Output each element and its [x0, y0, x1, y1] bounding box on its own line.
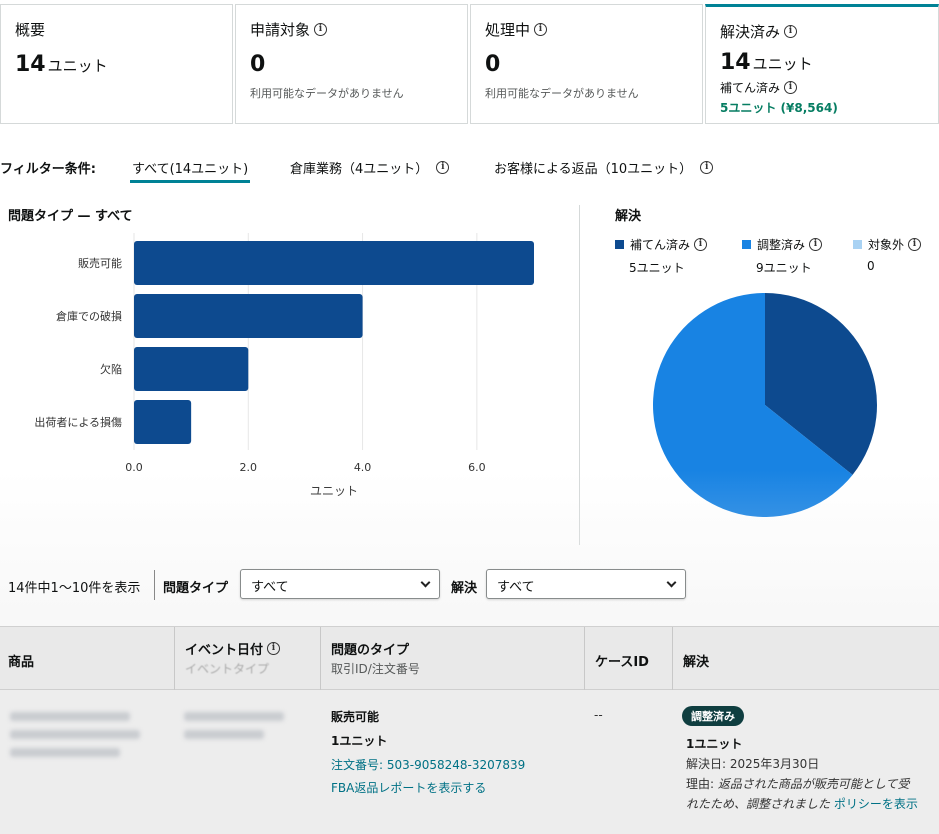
info-icon[interactable]: i [700, 161, 714, 174]
card-eligible[interactable]: 申請対象 i 0 利用可能なデータがありません [235, 4, 468, 124]
card-title: 概要 [15, 21, 46, 39]
table-row: 販売可能 1ユニット 注文番号: 503-9058248-3207839 FBA… [0, 690, 939, 834]
col-product[interactable]: 商品 [8, 627, 174, 691]
status-badge: 調整済み [682, 706, 744, 726]
chevron-down-icon [666, 577, 677, 588]
card-value: 14 ユニット [15, 52, 108, 77]
bar [134, 347, 249, 391]
resolution-title: 解決 [615, 209, 642, 224]
card-overview[interactable]: 概要 14 ユニット [0, 4, 233, 124]
card-value: 0 [250, 52, 266, 77]
bar [134, 241, 534, 285]
card-value: 14 ユニット [720, 50, 813, 75]
x-tick-label: 4.0 [354, 461, 372, 474]
blurred-product-text [10, 712, 130, 721]
legend-swatch [742, 240, 751, 249]
card-note: 利用可能なデータがありません [250, 87, 404, 100]
issue-filter-label: 問題タイプ [163, 581, 229, 596]
issue-type-select[interactable]: すべて [240, 569, 440, 599]
resolution-select[interactable]: すべて [486, 569, 686, 599]
card-title: 処理中 i [485, 19, 688, 40]
col-case-id[interactable]: ケースID [584, 627, 672, 691]
card-resolved[interactable]: 解決済み i 14 ユニット 補てん済み i 5ユニット (¥8,564) [705, 4, 939, 124]
legend-item-adjusted: 調整済み i 9ユニット [742, 236, 823, 276]
info-icon[interactable]: i [436, 161, 450, 174]
resolution-filter-label: 解決 [451, 581, 478, 596]
resolution-reason: 理由: 返品された商品が販売可能として受 れたため、調整されました ポリシーを表… [686, 777, 918, 811]
info-icon[interactable]: i [534, 23, 548, 36]
x-tick-label: 2.0 [240, 461, 258, 474]
info-icon[interactable]: i [314, 23, 328, 36]
bar [134, 294, 363, 338]
legend-item-reimbursed: 補てん済み i 5ユニット [615, 236, 708, 276]
card-title: 解決済み i [720, 21, 924, 42]
resolution-date: 解決日: 2025年3月30日 [686, 757, 820, 771]
x-tick-label: 0.0 [125, 461, 143, 474]
col-resolution[interactable]: 解決 [672, 627, 939, 691]
summary-cards: 概要 14 ユニット 申請対象 i 0 利用可能なデータがありません 処理中 i 0 … [0, 4, 939, 124]
info-icon[interactable]: i [784, 81, 798, 94]
legend-item-not-eligible: 対象外 i 0 [853, 236, 922, 273]
bar-category-label: 倉庫での破損 [56, 309, 122, 323]
policy-link[interactable]: ポリシーを表示 [834, 797, 918, 811]
card-processing[interactable]: 処理中 i 0 利用可能なデータがありません [470, 4, 703, 124]
chevron-down-icon [420, 577, 431, 588]
card-note: 利用可能なデータがありません [485, 87, 639, 100]
bar [134, 400, 192, 444]
legend-swatch [853, 240, 862, 249]
fba-report-link[interactable]: FBA返品レポートを表示する [331, 779, 486, 796]
issue-type-value: 販売可能 [331, 710, 380, 724]
table-controls: 14件中1〜10件を表示 問題タイプ すべて 解決 すべて [0, 568, 939, 604]
info-icon[interactable]: i [809, 238, 823, 251]
result-count: 14件中1〜10件を表示 [8, 581, 141, 596]
resolution-units: 1ユニット [686, 737, 743, 751]
filter-bar: フィルター条件: すべて(14ユニット) 倉庫業務（4ユニット） i お客様による… [0, 150, 939, 184]
blurred-date-text [184, 712, 284, 721]
card-title: 申請対象 i [250, 19, 453, 40]
issue-type-bar-chart: 販売可能倉庫での破損欠陥出荷者による損傷 0.0 2.0 4.0 6.0 ユニット [34, 233, 534, 498]
bar-category-label: 出荷者による損傷 [34, 415, 122, 429]
section-divider [579, 205, 580, 545]
filter-label: フィルター条件: [0, 162, 96, 177]
info-icon[interactable]: i [784, 25, 798, 38]
x-tick-label: 6.0 [468, 461, 486, 474]
card-value: 0 [485, 52, 501, 77]
controls-separator [154, 570, 155, 600]
card-sub-label: 補てん済み i [720, 79, 924, 96]
tab-customer-returns[interactable]: お客様による返品（10ユニット） i [494, 158, 714, 177]
blurred-product-text [10, 748, 120, 757]
col-event-date[interactable]: イベント日付 i イベントタイプ [174, 627, 318, 691]
legend-swatch [615, 240, 624, 249]
col-issue-type[interactable]: 問題のタイプ 取引ID/注文番号 [320, 627, 584, 691]
card-sub-value: 5ユニット (¥8,564) [720, 101, 838, 115]
tab-warehouse[interactable]: 倉庫業務（4ユニット） i [290, 158, 450, 177]
issue-chart-title: 問題タイプ — すべて [8, 209, 133, 224]
blurred-date-text [184, 730, 264, 739]
case-id-value: -- [594, 708, 603, 722]
bar-category-label: 販売可能 [78, 256, 122, 270]
table-header: 商品 イベント日付 i イベントタイプ 問題のタイプ 取引ID/注文番号 ケースI… [0, 626, 939, 691]
blurred-product-text [10, 730, 140, 739]
x-axis-label: ユニット [310, 484, 358, 498]
tab-all[interactable]: すべて(14ユニット) [129, 158, 251, 183]
order-number-link[interactable]: 注文番号: 503-9058248-3207839 [331, 756, 525, 773]
resolution-pie-chart [653, 293, 877, 517]
bar-category-label: 欠陥 [100, 362, 122, 376]
info-icon[interactable]: i [267, 642, 281, 655]
info-icon[interactable]: i [908, 238, 922, 251]
issue-units: 1ユニット [331, 734, 388, 748]
info-icon[interactable]: i [694, 238, 708, 251]
